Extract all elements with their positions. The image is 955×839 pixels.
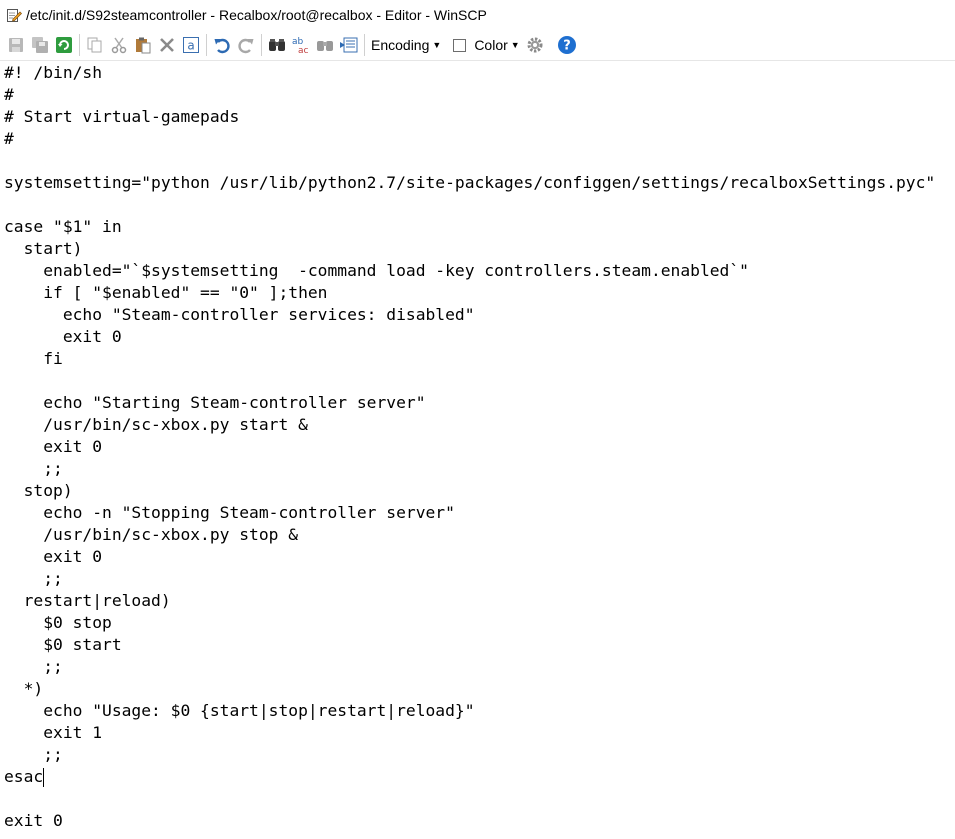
code-line: /usr/bin/sc-xbox.py start & [4, 415, 308, 434]
color-dropdown[interactable]: Color ▼ [450, 34, 522, 56]
redo-icon[interactable] [235, 34, 257, 56]
toolbar-separator [364, 34, 365, 56]
code-line: $0 start [4, 635, 122, 654]
code-line: # [4, 85, 14, 104]
cut-icon[interactable] [108, 34, 130, 56]
toolbar-separator [261, 34, 262, 56]
reload-icon[interactable] [53, 34, 75, 56]
code-line: exit 0 [4, 437, 103, 456]
chevron-down-icon: ▼ [432, 40, 442, 50]
chevron-down-icon: ▼ [510, 40, 520, 50]
title-bar: /etc/init.d/S92steamcontroller - Recalbo… [0, 0, 955, 30]
color-checkbox[interactable] [453, 38, 467, 52]
gear-icon[interactable] [524, 34, 546, 56]
code-line: stop) [4, 481, 73, 500]
encoding-dropdown[interactable]: Encoding ▼ [368, 34, 444, 56]
paste-icon[interactable] [132, 34, 154, 56]
code-line: echo "Steam-controller services: disable… [4, 305, 475, 324]
toolbar-separator [206, 34, 207, 56]
find-icon[interactable] [266, 34, 288, 56]
delete-icon[interactable] [156, 34, 178, 56]
code-line: ;; [4, 657, 63, 676]
editor-toolbar: a ab ac Encoding ▼ Color ▼ ? [0, 30, 955, 61]
code-line: systemsetting="python /usr/lib/python2.7… [4, 173, 936, 192]
color-label: Color [474, 37, 508, 53]
code-line: echo "Usage: $0 {start|stop|restart|relo… [4, 701, 475, 720]
code-line: #! /bin/sh [4, 63, 103, 82]
save-all-icon[interactable] [29, 34, 51, 56]
undo-icon[interactable] [211, 34, 233, 56]
go-to-line-icon[interactable] [338, 34, 360, 56]
code-line: # Start virtual-gamepads [4, 107, 240, 126]
window-title: /etc/init.d/S92steamcontroller - Recalbo… [26, 7, 487, 23]
code-line: *) [4, 679, 44, 698]
code-line: esac [4, 767, 44, 786]
code-line: exit 0 [4, 811, 63, 830]
code-line: # [4, 129, 14, 148]
code-line: echo "Starting Steam-controller server" [4, 393, 426, 412]
code-line: ;; [4, 569, 63, 588]
code-line: ;; [4, 459, 63, 478]
edit-document-icon [7, 9, 22, 22]
select-all-icon[interactable]: a [180, 34, 202, 56]
save-icon[interactable] [5, 34, 27, 56]
toolbar-separator [79, 34, 80, 56]
code-line: $0 stop [4, 613, 112, 632]
help-icon[interactable]: ? [556, 34, 578, 56]
code-line: case "$1" in [4, 217, 122, 236]
text-cursor [43, 768, 45, 787]
code-line: start) [4, 239, 83, 258]
code-line: restart|reload) [4, 591, 171, 610]
code-line: if [ "$enabled" == "0" ];then [4, 283, 328, 302]
code-line: /usr/bin/sc-xbox.py stop & [4, 525, 299, 544]
replace-icon[interactable]: ab ac [290, 34, 312, 56]
copy-icon[interactable] [84, 34, 106, 56]
find-next-icon[interactable] [314, 34, 336, 56]
code-line: exit 0 [4, 547, 103, 566]
code-line: fi [4, 349, 63, 368]
encoding-label: Encoding [371, 37, 430, 53]
svg-text:?: ? [563, 39, 571, 54]
code-line: exit 0 [4, 327, 122, 346]
svg-text:ac: ac [298, 46, 309, 54]
code-line: exit 1 [4, 723, 103, 742]
code-line: echo -n "Stopping Steam-controller serve… [4, 503, 455, 522]
code-line: ;; [4, 745, 63, 764]
svg-text:a: a [187, 39, 194, 53]
code-line: enabled="`$systemsetting -command load -… [4, 261, 749, 280]
text-editor[interactable]: #! /bin/sh # # Start virtual-gamepads # syst… [0, 61, 955, 839]
